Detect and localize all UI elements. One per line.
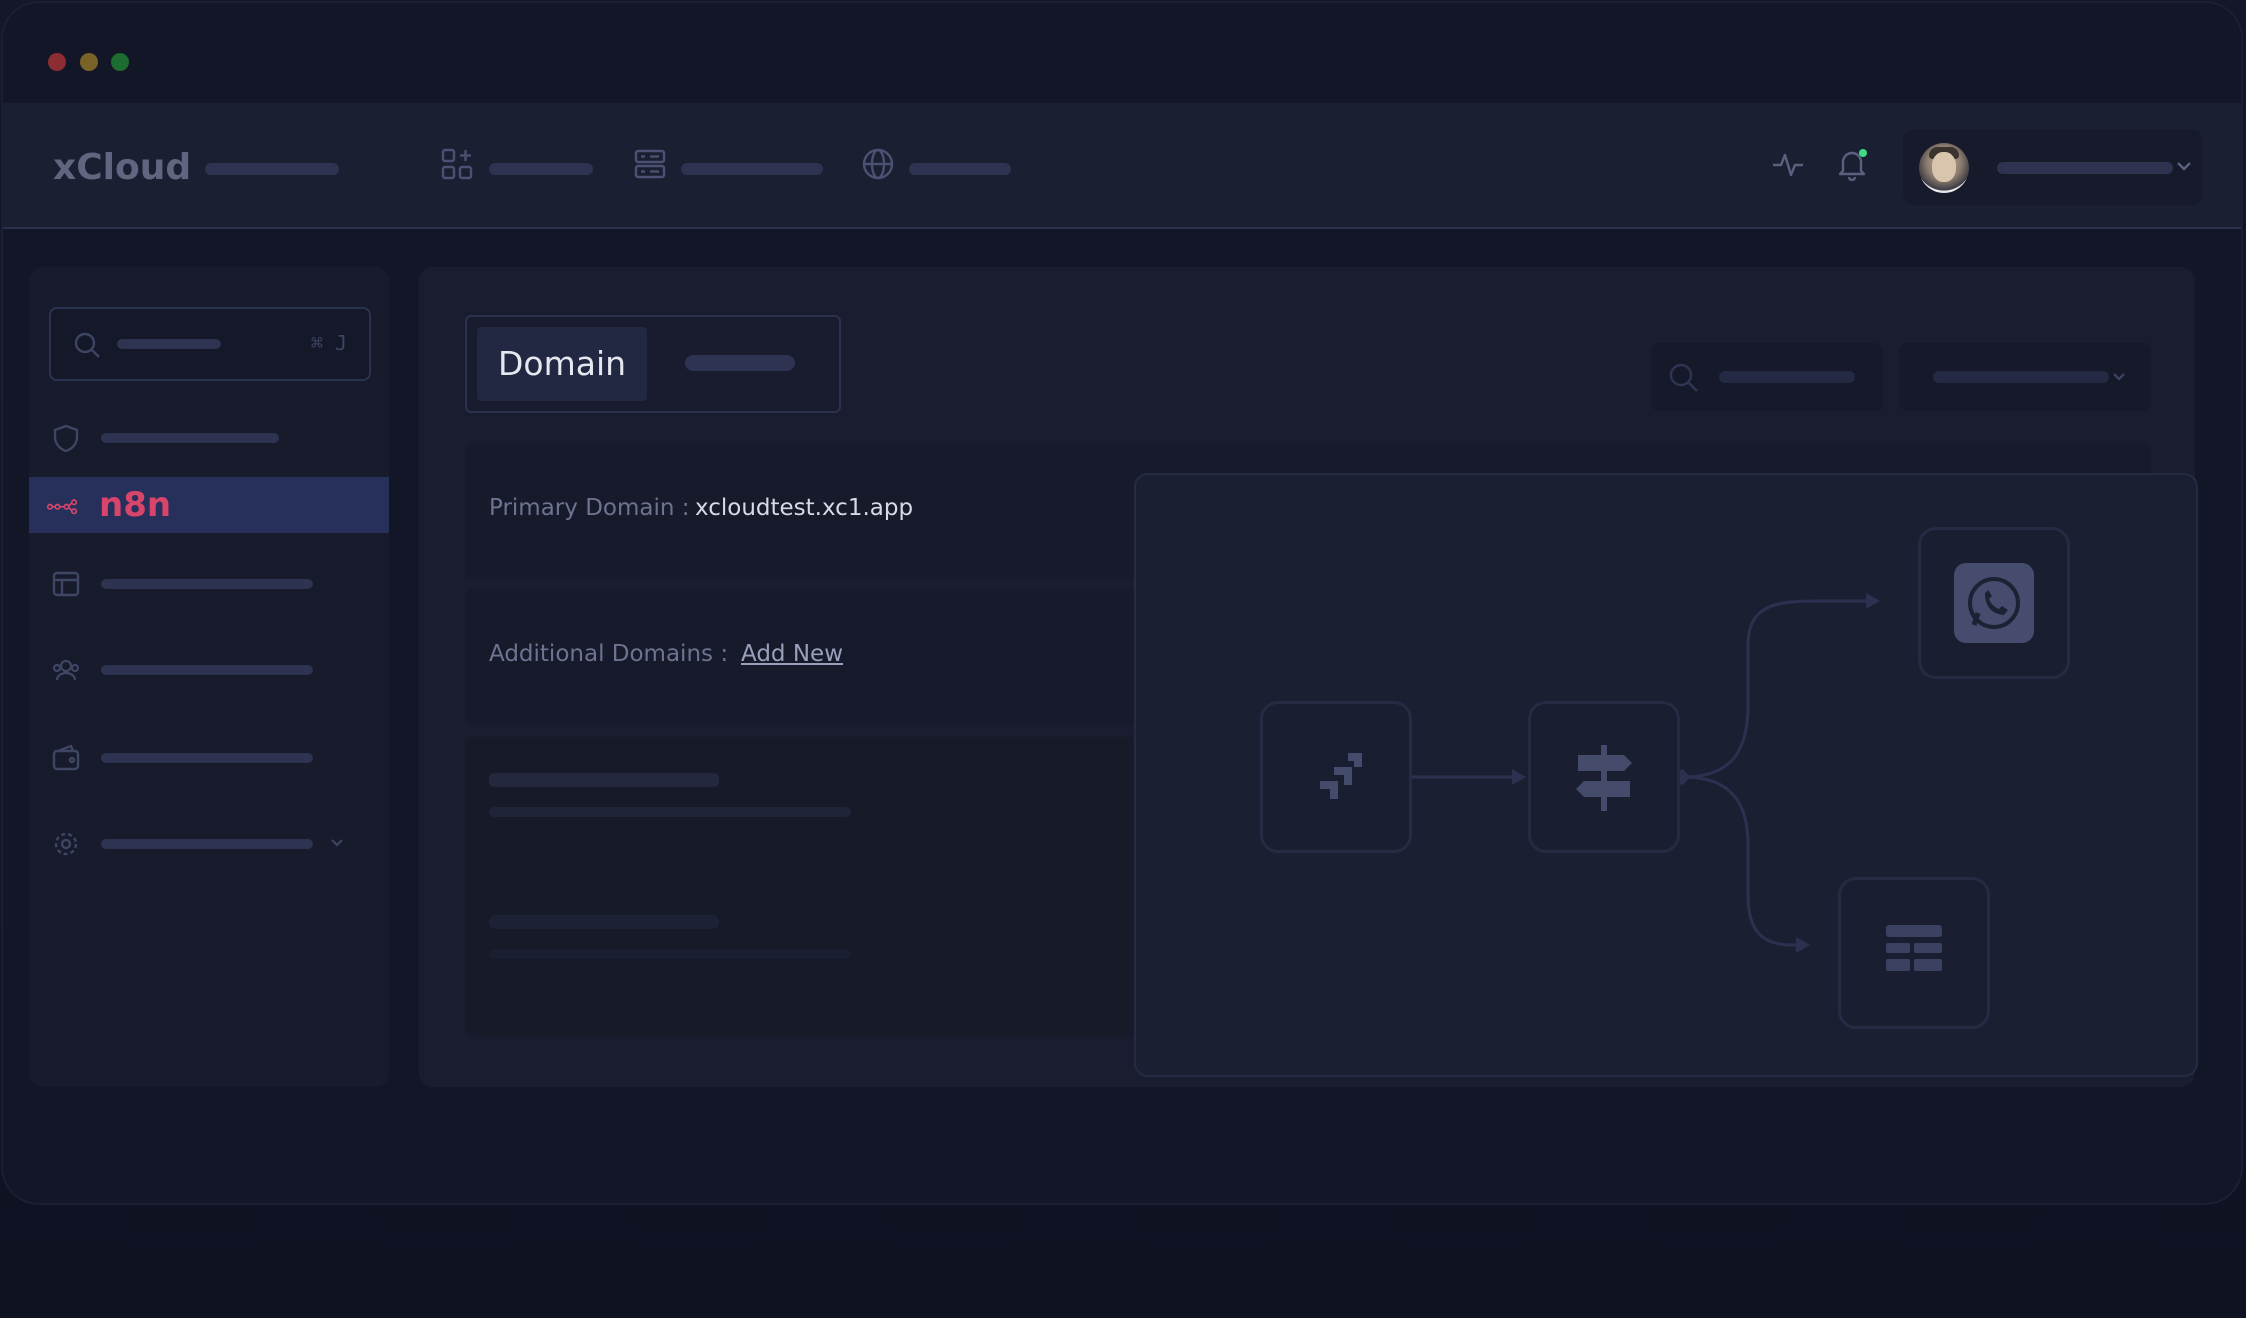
- brand-placeholder: [205, 163, 339, 175]
- skeleton-line: [489, 915, 719, 929]
- sidebar-item-security[interactable]: [29, 409, 389, 465]
- sidebar-item-team[interactable]: [29, 641, 389, 697]
- nav-item-placeholder[interactable]: [681, 163, 823, 175]
- search-shortcut: ⌘ J: [310, 331, 347, 355]
- add-new-domain-link[interactable]: Add New: [741, 641, 843, 667]
- users-icon: [51, 655, 81, 685]
- n8n-workflow-icon: [46, 491, 87, 521]
- jira-icon: [1320, 753, 1362, 799]
- select-placeholder: [1933, 371, 2109, 383]
- sidebar-item-n8n[interactable]: n8n: [29, 477, 389, 533]
- globe-icon[interactable]: [861, 147, 895, 181]
- top-navigation: xCloud: [3, 103, 2241, 229]
- activity-icon[interactable]: [1771, 147, 1805, 181]
- skeleton-line: [489, 773, 719, 787]
- shield-icon: [51, 423, 81, 453]
- username-placeholder: [1997, 162, 2173, 174]
- gear-icon: [51, 829, 81, 859]
- minimize-window-button[interactable]: [80, 53, 98, 71]
- search-icon: [1667, 361, 1699, 393]
- sidebar-item-label: [101, 839, 313, 849]
- primary-domain-value: xcloudtest.xc1.app: [695, 495, 914, 521]
- sidebar-search-input[interactable]: ⌘ J: [49, 307, 371, 381]
- skeleton-line: [489, 807, 851, 817]
- sidebar-item-label: [101, 433, 279, 443]
- sidebar-item-sites[interactable]: [29, 555, 389, 611]
- whatsapp-node: [1918, 527, 2070, 679]
- chevron-down-icon: [327, 833, 347, 853]
- nav-item-placeholder[interactable]: [909, 163, 1011, 175]
- server-icon[interactable]: [633, 147, 667, 181]
- browser-icon: [51, 569, 81, 599]
- apps-icon[interactable]: [440, 147, 474, 181]
- primary-domain-label: Primary Domain :: [489, 495, 690, 521]
- nav-item-placeholder[interactable]: [489, 163, 593, 175]
- profile-menu[interactable]: [1903, 129, 2203, 205]
- workflow-preview: [1134, 473, 2198, 1077]
- router-node: [1528, 701, 1680, 853]
- table-icon: [1886, 925, 1942, 971]
- chevron-down-icon: [2173, 155, 2195, 177]
- bell-icon[interactable]: [1835, 147, 1869, 182]
- tab-domain[interactable]: Domain: [477, 327, 647, 401]
- sidebar-item-label: n8n: [99, 485, 172, 525]
- skeleton-line: [489, 949, 851, 959]
- signpost-icon: [1576, 745, 1632, 811]
- sidebar-item-label: [101, 753, 313, 763]
- search-input[interactable]: [1651, 343, 1883, 411]
- sidebar-item-settings[interactable]: [29, 815, 389, 871]
- sidebar-item-label: [101, 579, 313, 589]
- search-placeholder: [117, 339, 221, 349]
- tab-placeholder[interactable]: [685, 355, 795, 371]
- sidebar-item-billing[interactable]: [29, 729, 389, 785]
- table-node: [1838, 877, 1990, 1029]
- additional-domains-label: Additional Domains :: [489, 641, 729, 667]
- chevron-down-icon: [2109, 367, 2129, 387]
- tab-bar: Domain: [465, 315, 841, 413]
- jira-node: [1260, 701, 1412, 853]
- brand-logo[interactable]: xCloud: [53, 147, 191, 188]
- sidebar: ⌘ J n8n: [29, 267, 389, 1087]
- sidebar-item-label: [101, 665, 313, 675]
- app-window: xCloud ⌘ J n8n Domain Primary Domain: x…: [3, 3, 2241, 1203]
- close-window-button[interactable]: [48, 53, 66, 71]
- wallet-icon: [51, 743, 81, 773]
- avatar: [1919, 143, 1969, 193]
- maximize-window-button[interactable]: [111, 53, 129, 71]
- filter-select[interactable]: [1899, 343, 2151, 411]
- title-bar: [3, 3, 2241, 103]
- search-placeholder: [1719, 371, 1855, 383]
- whatsapp-icon: [1954, 563, 2034, 643]
- search-icon: [73, 331, 101, 359]
